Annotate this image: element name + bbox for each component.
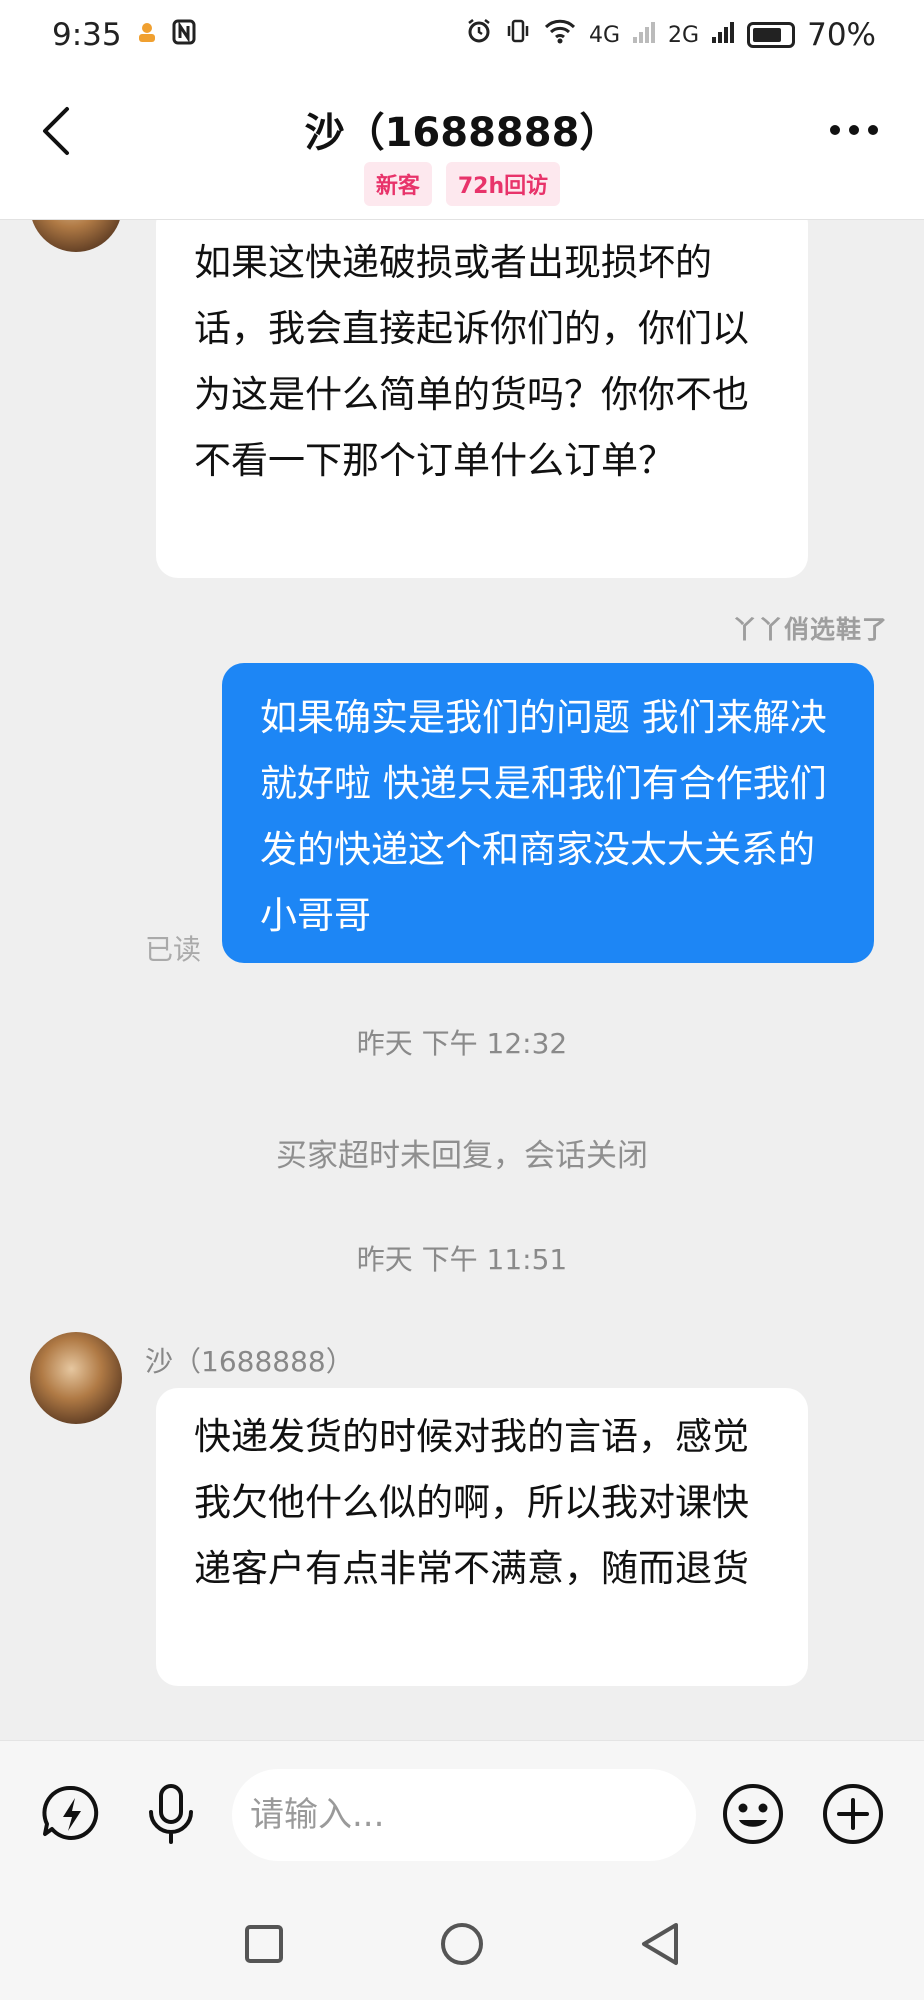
timestamp-divider: 昨天 下午 11:51 xyxy=(356,1243,568,1276)
tag-72h-revisit: 72h回访 xyxy=(445,162,561,206)
status-bar: 9:35 4G 2G 70% xyxy=(0,0,924,70)
outgoing-message-bubble[interactable]: 如果确实是我们的问题 我们来解决就好啦 快递只是和我们有合作我们发的快递这个和商… xyxy=(222,663,874,963)
quick-reply-button[interactable] xyxy=(38,1781,104,1847)
nav-recent-apps-button[interactable] xyxy=(236,1916,292,1972)
voice-input-button[interactable] xyxy=(138,1781,204,1847)
signal-bars-2-icon xyxy=(711,17,735,53)
status-time: 9:35 xyxy=(52,17,122,53)
more-options-button[interactable] xyxy=(822,110,886,150)
plus-circle-icon xyxy=(823,1784,883,1844)
watermark-text: 丫丫俏选鞋了 xyxy=(731,615,888,644)
wifi-icon xyxy=(543,17,577,53)
chat-title: 沙（1688888） xyxy=(304,110,620,156)
notification-app-icon xyxy=(134,17,160,53)
more-dot xyxy=(868,125,878,135)
more-dot xyxy=(849,125,859,135)
smiley-icon xyxy=(723,1784,783,1844)
alarm-icon xyxy=(465,17,493,53)
message-input[interactable] xyxy=(250,1795,696,1835)
nav-back-button[interactable] xyxy=(632,1916,688,1972)
battery-icon xyxy=(747,22,796,48)
more-dots-icon xyxy=(830,125,840,135)
message-input-container[interactable] xyxy=(232,1769,696,1861)
status-bar-right: 4G 2G 70% xyxy=(465,17,876,53)
battery-percent: 70% xyxy=(807,17,876,53)
session-closed-notice: 买家超时未回复，会话关闭 xyxy=(276,1138,648,1174)
square-icon xyxy=(245,1925,283,1963)
add-attachment-button[interactable] xyxy=(820,1781,886,1847)
system-navigation-bar xyxy=(0,1888,924,2000)
message-input-bar xyxy=(0,1740,924,1888)
status-bar-left: 9:35 xyxy=(52,17,196,53)
read-receipt: 已读 xyxy=(145,933,202,966)
vibrate-icon xyxy=(505,17,531,53)
timestamp-divider: 昨天 下午 12:32 xyxy=(356,1027,568,1060)
circle-icon xyxy=(441,1923,483,1965)
signal-4g-label: 4G xyxy=(589,22,621,48)
customer-avatar-top[interactable] xyxy=(30,220,122,252)
sender-name: 沙（1688888） xyxy=(145,1345,354,1378)
incoming-message-bubble[interactable]: 快递发货的时候对我的言语，感觉我欠他什么似的啊，所以我对课快递客户有点非常不满意… xyxy=(156,1388,808,1686)
customer-avatar[interactable] xyxy=(30,1332,122,1424)
emoji-button[interactable] xyxy=(720,1781,786,1847)
nfc-icon xyxy=(172,17,196,53)
chat-message-list[interactable]: 如果这快递破损或者出现损坏的话，我会直接起诉你们的，你们以为这是什么简单的货吗？… xyxy=(0,220,924,1740)
signal-bars-1-icon xyxy=(632,17,656,53)
chat-header: 沙（1688888） 新客 72h回访 xyxy=(0,70,924,220)
nav-home-button[interactable] xyxy=(434,1916,490,1972)
incoming-message-bubble[interactable]: 如果这快递破损或者出现损坏的话，我会直接起诉你们的，你们以为这是什么简单的货吗？… xyxy=(156,220,808,578)
signal-2g-label: 2G xyxy=(668,22,700,48)
tag-new-customer: 新客 xyxy=(363,162,432,206)
microphone-icon xyxy=(149,1784,193,1844)
lightning-bubble-icon xyxy=(42,1785,99,1840)
triangle-back-icon xyxy=(642,1923,678,1965)
customer-tags: 新客 72h回访 xyxy=(0,162,924,206)
